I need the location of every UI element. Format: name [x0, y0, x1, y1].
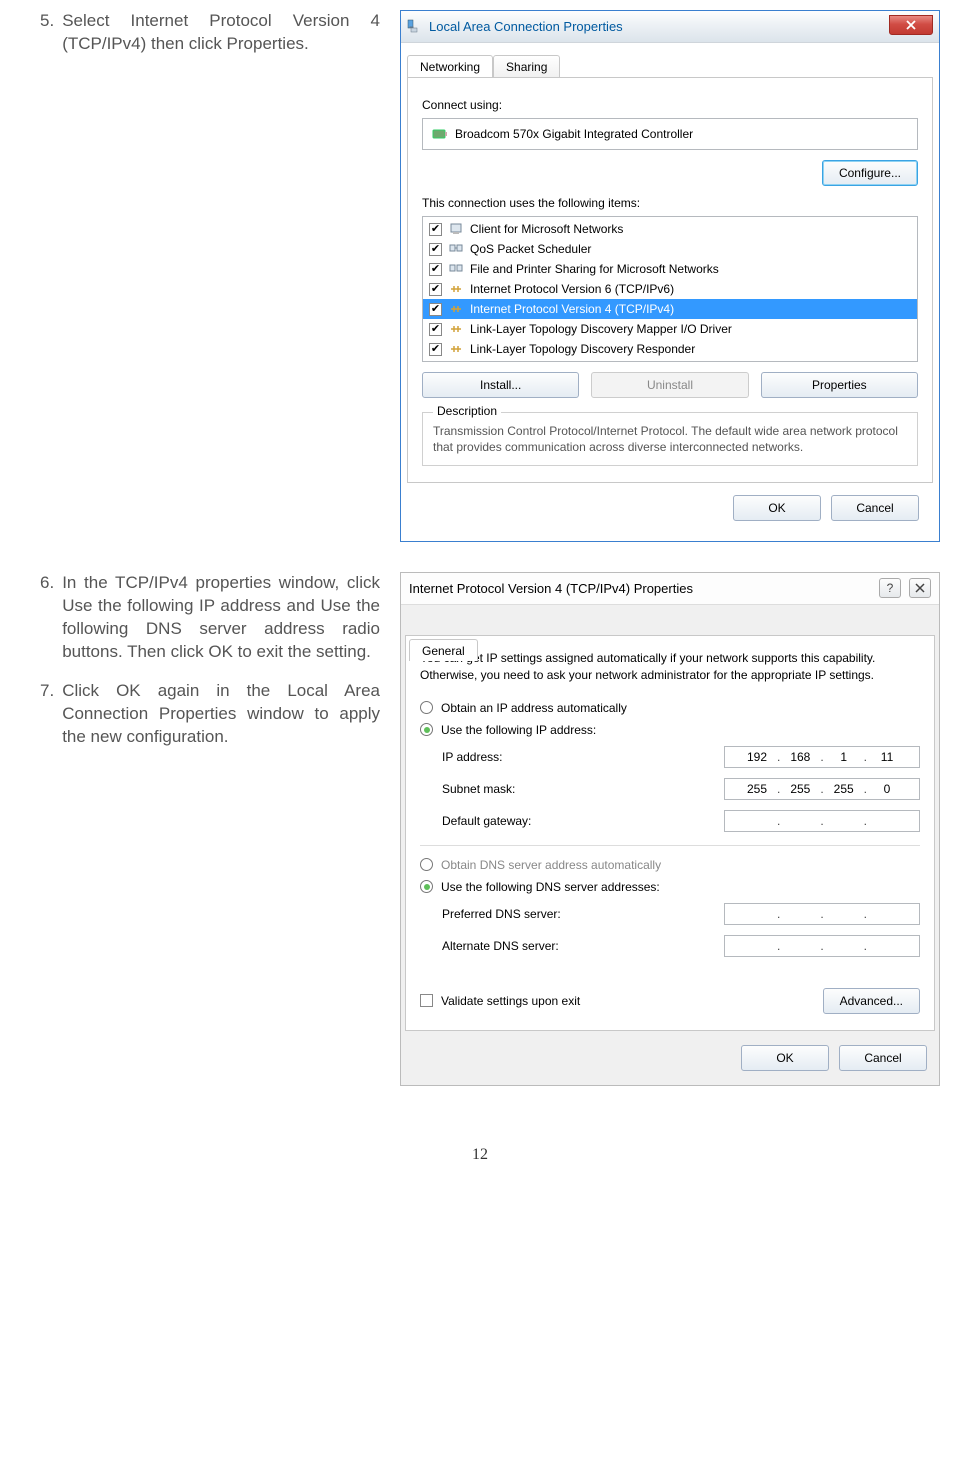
ok-button[interactable]: OK: [741, 1045, 829, 1071]
qos-icon: [448, 241, 464, 257]
dialog1-titlebar: Local Area Connection Properties: [401, 11, 939, 43]
cancel-button[interactable]: Cancel: [839, 1045, 927, 1071]
connect-using-label: Connect using:: [422, 98, 918, 112]
list-item[interactable]: ✔ File and Printer Sharing for Microsoft…: [423, 259, 917, 279]
lan-properties-dialog: Local Area Connection Properties Network…: [400, 10, 940, 542]
ipv4-properties-dialog: Internet Protocol Version 4 (TCP/IPv4) P…: [400, 572, 940, 1085]
connection-items-list[interactable]: ✔ Client for Microsoft Networks ✔ QoS Pa…: [422, 216, 918, 362]
dialog1-title: Local Area Connection Properties: [429, 19, 623, 34]
gateway-label: Default gateway:: [442, 814, 531, 828]
checkbox-icon[interactable]: ✔: [429, 263, 442, 276]
dialog2-titlebar: Internet Protocol Version 4 (TCP/IPv4) P…: [401, 573, 939, 605]
checkbox-icon[interactable]: ✔: [429, 223, 442, 236]
step-6-text: In the TCP/IPv4 properties window, click…: [62, 572, 380, 664]
alt-dns-input[interactable]: . . .: [724, 935, 920, 957]
radio-ip-manual[interactable]: Use the following IP address:: [420, 719, 920, 741]
share-icon: [448, 261, 464, 277]
validate-label: Validate settings upon exit: [441, 994, 580, 1008]
network-icon: [405, 18, 423, 36]
pref-dns-label: Preferred DNS server:: [442, 907, 561, 921]
step-7-text: Click OK again in the Local Area Connect…: [62, 680, 380, 749]
step-6-number: 6.: [40, 572, 54, 664]
adapter-icon: [431, 125, 449, 143]
radio-icon: [420, 723, 433, 736]
list-item[interactable]: ✔ QoS Packet Scheduler: [423, 239, 917, 259]
validate-checkbox[interactable]: [420, 994, 433, 1007]
checkbox-icon[interactable]: ✔: [429, 323, 442, 336]
step-5-number: 5.: [40, 10, 54, 56]
adapter-box[interactable]: Broadcom 570x Gigabit Integrated Control…: [422, 118, 918, 150]
list-item[interactable]: ✔ Internet Protocol Version 6 (TCP/IPv6): [423, 279, 917, 299]
subnet-mask-input[interactable]: 255. 255. 255. 0: [724, 778, 920, 800]
radio-dns-auto: Obtain DNS server address automatically: [420, 854, 920, 876]
protocol-icon: [448, 301, 464, 317]
step-5-text: Select Internet Protocol Version 4 (TCP/…: [62, 10, 380, 56]
description-text: Transmission Control Protocol/Internet P…: [433, 423, 907, 455]
description-label: Description: [433, 404, 501, 418]
properties-button[interactable]: Properties: [761, 372, 918, 398]
step-7-number: 7.: [40, 680, 54, 749]
dialog2-title: Internet Protocol Version 4 (TCP/IPv4) P…: [409, 581, 693, 596]
radio-icon: [420, 880, 433, 893]
description-group: Description Transmission Control Protoco…: [422, 412, 918, 466]
checkbox-icon[interactable]: ✔: [429, 283, 442, 296]
alt-dns-label: Alternate DNS server:: [442, 939, 559, 953]
install-button[interactable]: Install...: [422, 372, 579, 398]
items-label: This connection uses the following items…: [422, 196, 918, 210]
protocol-icon: [448, 321, 464, 337]
checkbox-icon[interactable]: ✔: [429, 243, 442, 256]
list-item[interactable]: ✔ Link-Layer Topology Discovery Responde…: [423, 339, 917, 359]
ipv4-intro-text: You can get IP settings assigned automat…: [420, 650, 920, 682]
help-button[interactable]: ?: [879, 578, 901, 598]
close-button[interactable]: [909, 578, 931, 598]
subnet-label: Subnet mask:: [442, 782, 515, 796]
instruction-step-5: 5. Select Internet Protocol Version 4 (T…: [40, 10, 380, 56]
cancel-button[interactable]: Cancel: [831, 495, 919, 521]
radio-ip-auto[interactable]: Obtain an IP address automatically: [420, 697, 920, 719]
list-item[interactable]: ✔ Link-Layer Topology Discovery Mapper I…: [423, 319, 917, 339]
page-number: 12: [40, 1146, 920, 1164]
ok-button[interactable]: OK: [733, 495, 821, 521]
list-item[interactable]: ✔ Client for Microsoft Networks: [423, 219, 917, 239]
protocol-icon: [448, 341, 464, 357]
radio-icon: [420, 701, 433, 714]
gateway-input[interactable]: . . .: [724, 810, 920, 832]
protocol-icon: [448, 281, 464, 297]
instruction-step-7: 7. Click OK again in the Local Area Conn…: [40, 680, 380, 749]
tab-networking[interactable]: Networking: [407, 55, 493, 77]
configure-button[interactable]: Configure...: [822, 160, 918, 186]
close-button[interactable]: [889, 15, 933, 35]
instruction-step-6: 6. In the TCP/IPv4 properties window, cl…: [40, 572, 380, 664]
client-icon: [448, 221, 464, 237]
adapter-name: Broadcom 570x Gigabit Integrated Control…: [455, 127, 693, 141]
tab-general[interactable]: General: [409, 639, 478, 661]
checkbox-icon[interactable]: ✔: [429, 303, 442, 316]
radio-dns-manual[interactable]: Use the following DNS server addresses:: [420, 876, 920, 898]
advanced-button[interactable]: Advanced...: [823, 988, 920, 1014]
checkbox-icon[interactable]: ✔: [429, 343, 442, 356]
list-item-selected[interactable]: ✔ Internet Protocol Version 4 (TCP/IPv4): [423, 299, 917, 319]
pref-dns-input[interactable]: . . .: [724, 903, 920, 925]
ip-address-input[interactable]: 192. 168. 1. 11: [724, 746, 920, 768]
uninstall-button: Uninstall: [591, 372, 748, 398]
ip-address-label: IP address:: [442, 750, 502, 764]
tab-sharing[interactable]: Sharing: [493, 55, 560, 77]
radio-icon: [420, 858, 433, 871]
